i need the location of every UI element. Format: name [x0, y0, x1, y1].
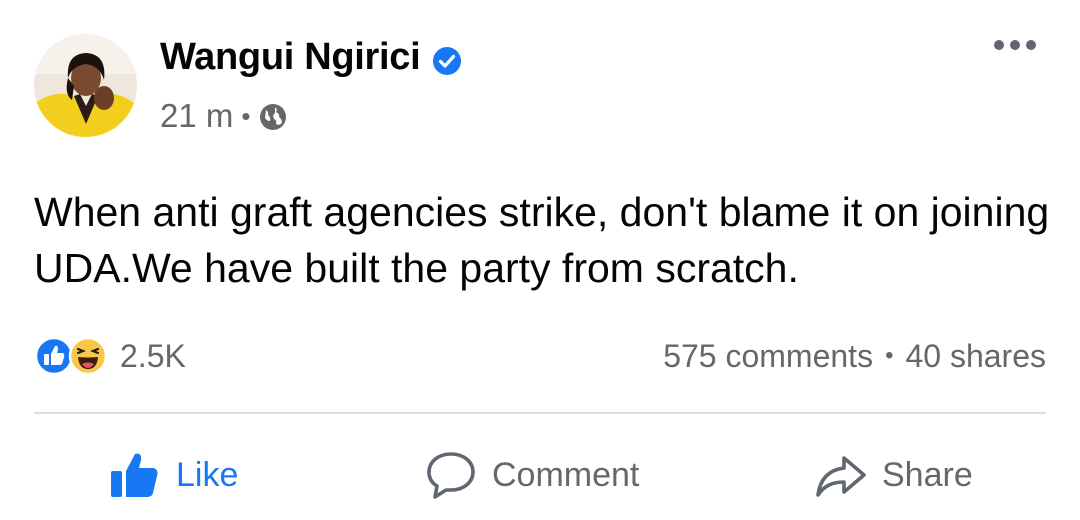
more-dot [1026, 40, 1036, 50]
author-avatar[interactable] [34, 34, 137, 137]
facebook-post: Wangui Ngirici 21 m • When anti graft ag… [0, 0, 1080, 520]
comment-icon [427, 452, 475, 499]
share-label: Share [882, 455, 973, 494]
meta-separator: • [241, 100, 251, 131]
haha-reaction-icon [68, 336, 108, 376]
reaction-count: 2.5K [120, 337, 186, 374]
author-name[interactable]: Wangui Ngirici [160, 36, 421, 79]
verified-badge-icon [432, 43, 462, 75]
counts-separator: • [885, 342, 894, 369]
more-options-icon[interactable] [994, 40, 1036, 50]
action-bar: Like Comment Share [0, 440, 1080, 510]
share-arrow-icon [816, 456, 866, 497]
shares-count[interactable]: 40 shares [905, 338, 1046, 375]
reaction-icons [34, 336, 108, 376]
thumbs-up-icon [111, 453, 158, 497]
post-timestamp[interactable]: 21 m [160, 97, 233, 135]
post-meta: 21 m • [160, 97, 288, 135]
share-button[interactable]: Share [814, 440, 973, 510]
post-text: When anti graft agencies strike, don't b… [34, 189, 1050, 291]
author-header: Wangui Ngirici [160, 36, 462, 79]
engagement-counts: 575 comments • 40 shares [663, 336, 1046, 376]
comments-count[interactable]: 575 comments [663, 338, 873, 375]
reaction-summary[interactable]: 2.5K [34, 336, 186, 376]
like-label: Like [176, 455, 239, 494]
comment-label: Comment [492, 455, 640, 494]
like-button[interactable]: Like [108, 440, 238, 510]
more-dot [1010, 40, 1020, 50]
more-dot [994, 40, 1004, 50]
globe-icon [258, 102, 288, 132]
divider [34, 412, 1046, 414]
comment-button[interactable]: Comment [424, 440, 639, 510]
